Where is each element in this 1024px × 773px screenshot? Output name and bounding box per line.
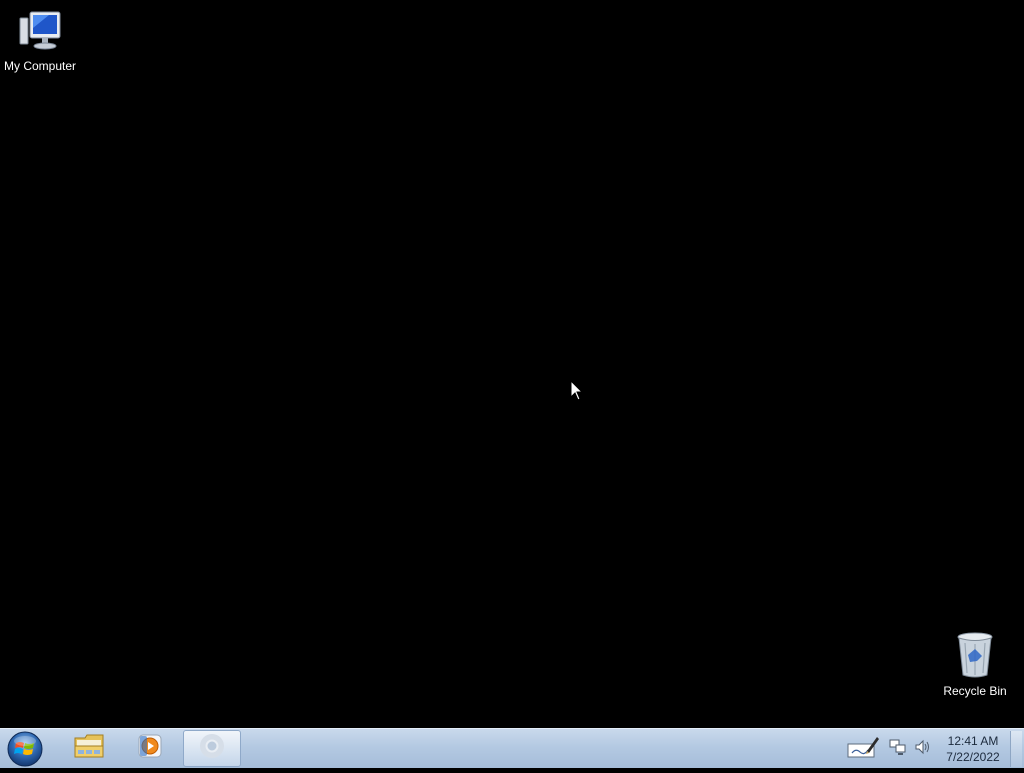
media-player-icon bbox=[136, 732, 164, 765]
tray-volume-button[interactable] bbox=[912, 729, 934, 769]
start-button[interactable] bbox=[6, 730, 46, 768]
chrome-icon bbox=[198, 732, 226, 765]
show-desktop-button[interactable] bbox=[1010, 731, 1022, 767]
taskbar: 12:41 AM 7/22/2022 bbox=[0, 728, 1024, 768]
desktop-icon-label: My Computer bbox=[3, 59, 77, 73]
tray-clock[interactable]: 12:41 AM 7/22/2022 bbox=[940, 733, 1006, 767]
desktop-icon-my-computer[interactable]: My Computer bbox=[0, 8, 80, 73]
clock-time: 12:41 AM bbox=[947, 734, 999, 748]
taskbar-media-player-button[interactable] bbox=[121, 730, 179, 767]
mouse-pointer-icon bbox=[570, 379, 584, 407]
volume-icon bbox=[914, 738, 932, 761]
network-icon bbox=[889, 738, 907, 761]
recycle-bin-icon bbox=[935, 631, 1015, 682]
desktop-icon-recycle-bin[interactable]: Recycle Bin bbox=[935, 631, 1015, 698]
my-computer-icon bbox=[0, 8, 80, 57]
clock-date: 7/22/2022 bbox=[946, 750, 1000, 764]
taskbar-chrome-button[interactable] bbox=[183, 730, 241, 767]
taskbar-windows-explorer-button[interactable] bbox=[60, 730, 118, 767]
desktop[interactable]: My Computer Recycle Bin bbox=[0, 0, 1024, 728]
windows-start-orb-icon bbox=[6, 731, 44, 772]
pen-tablet-icon bbox=[846, 734, 880, 765]
windows-explorer-icon bbox=[73, 732, 105, 765]
desktop-icon-label: Recycle Bin bbox=[943, 684, 1007, 698]
tray-pen-tablet-button[interactable] bbox=[843, 729, 883, 769]
tray-network-button[interactable] bbox=[888, 729, 908, 769]
